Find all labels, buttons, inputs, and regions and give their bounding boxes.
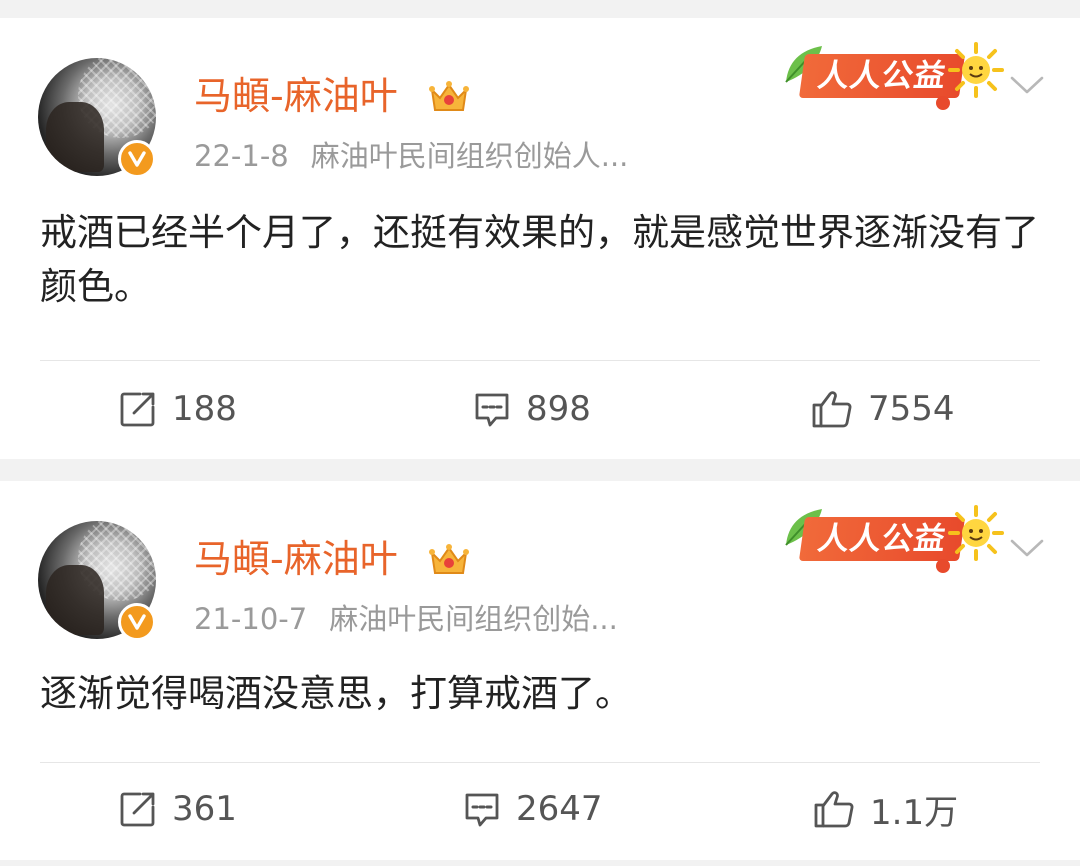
promo-label: 人人公益 xyxy=(798,54,966,98)
post-meta: 22-1-8 麻油叶民间组织创始人... xyxy=(194,138,628,174)
like-button[interactable]: 1.1万 xyxy=(812,784,958,834)
post-meta: 21-10-7 麻油叶民间组织创始... xyxy=(194,601,618,637)
chevron-down-icon[interactable] xyxy=(1008,70,1046,100)
post-card[interactable]: 马頔-麻油叶 21-10-7 麻油叶民间组织创始... 人人公益 逐渐觉得喝酒没… xyxy=(0,481,1080,860)
verified-v-icon xyxy=(118,603,156,641)
repost-button[interactable]: 188 xyxy=(118,384,237,434)
repost-icon xyxy=(120,392,155,427)
author-bio: 麻油叶民间组织创始... xyxy=(329,602,618,636)
post-text[interactable]: 逐渐觉得喝酒没意思，打算戒酒了。 xyxy=(40,667,1040,721)
repost-button[interactable]: 361 xyxy=(118,784,237,834)
post-text[interactable]: 戒酒已经半个月了，还挺有效果的，就是感觉世界逐渐没有了颜色。 xyxy=(40,206,1040,314)
like-button[interactable]: 7554 xyxy=(810,384,955,434)
repost-count: 361 xyxy=(172,789,237,829)
promo-badge[interactable]: 人人公益 xyxy=(768,503,1004,583)
comment-button[interactable]: 898 xyxy=(472,384,591,434)
sun-icon xyxy=(948,505,1004,561)
author-bio: 麻油叶民间组织创始人... xyxy=(310,139,629,173)
verified-v-icon xyxy=(118,140,156,178)
decorative-dot xyxy=(936,559,950,573)
promo-label: 人人公益 xyxy=(798,517,966,561)
crown-icon[interactable] xyxy=(428,80,470,116)
comment-icon xyxy=(475,393,509,427)
like-count: 1.1万 xyxy=(870,792,959,833)
author-name[interactable]: 马頔-麻油叶 xyxy=(194,537,398,581)
comment-button[interactable]: 2647 xyxy=(462,784,603,834)
thumbs-up-icon xyxy=(812,391,852,428)
repost-count: 188 xyxy=(172,389,237,429)
post-date: 21-10-7 xyxy=(194,602,308,636)
divider xyxy=(40,762,1040,763)
divider xyxy=(40,360,1040,361)
author-name[interactable]: 马頔-麻油叶 xyxy=(194,74,398,118)
like-count: 7554 xyxy=(868,389,955,429)
crown-icon[interactable] xyxy=(428,543,470,579)
post-date: 22-1-8 xyxy=(194,139,289,173)
promo-badge[interactable]: 人人公益 xyxy=(768,40,1004,120)
decorative-dot xyxy=(936,96,950,110)
post-card[interactable]: 马頔-麻油叶 22-1-8 麻油叶民间组织创始人... 人人公益 戒酒已经半个月… xyxy=(0,18,1080,459)
comment-icon xyxy=(465,793,499,827)
comment-count: 2647 xyxy=(516,789,603,829)
repost-icon xyxy=(120,792,155,827)
chevron-down-icon[interactable] xyxy=(1008,533,1046,563)
sun-icon xyxy=(948,42,1004,98)
thumbs-up-icon xyxy=(814,791,854,828)
comment-count: 898 xyxy=(526,389,591,429)
